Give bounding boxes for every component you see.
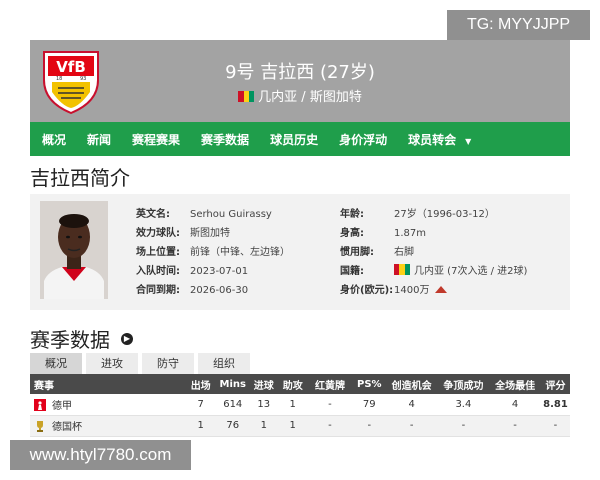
trend-up-icon	[435, 286, 448, 293]
col-competition: 赛事	[30, 374, 186, 394]
cell-aerials: 3.4	[437, 394, 490, 416]
dfb-pokal-icon	[37, 421, 43, 432]
competition-name[interactable]: 德甲	[52, 401, 72, 412]
col-pass-pct: PS%	[352, 374, 386, 394]
cell-goals: 1	[249, 415, 279, 437]
cell-pass-pct: 79	[352, 394, 386, 416]
nav-transfers-label: 球员转会	[408, 132, 457, 147]
table-header-row: 赛事 出场 Mins 进球 助攻 红黄牌 PS% 创造机会 争顶成功 全场最佳 …	[30, 374, 570, 394]
watermark-top: TG: MYYJJPP	[447, 10, 590, 40]
foot-value: 右脚	[394, 247, 414, 258]
tab-attack[interactable]: 进攻	[86, 353, 138, 374]
col-aerials: 争顶成功	[437, 374, 490, 394]
nav-market-value[interactable]: 身价浮动	[339, 131, 387, 148]
competition-name[interactable]: 德国杯	[52, 422, 82, 433]
player-photo	[40, 201, 108, 299]
player-header: VfB 18 93 9号 吉拉西 (27岁) 几内亚 / 斯图加特	[30, 40, 570, 122]
nav-season-stats[interactable]: 赛季数据	[201, 131, 249, 148]
nationality-field: 国籍: 几内亚 (7次入选 / 进2球)	[340, 264, 528, 277]
player-subtitle: 几内亚 / 斯图加特	[30, 86, 570, 105]
club-value[interactable]: 斯图加特	[190, 228, 230, 239]
cell-rating: 8.81	[540, 394, 570, 416]
guinea-flag-icon	[238, 91, 255, 102]
cell-pass-pct: -	[352, 415, 386, 437]
market-value-value: 1400万	[394, 285, 430, 296]
col-minutes: Mins	[216, 374, 250, 394]
cell-cards: -	[307, 394, 353, 416]
intro-heading: 吉拉西简介	[30, 166, 130, 190]
nationality-value: 几内亚 (7次入选 / 进2球)	[414, 266, 528, 277]
age-value: 27岁（1996-03-12）	[394, 209, 495, 220]
joined-value: 2023-07-01	[190, 266, 249, 277]
contract-field: 合同到期: 2026-06-30	[136, 285, 249, 296]
table-row[interactable]: 德甲 7 614 13 1 - 79 4 3.4 4 8.81	[30, 394, 570, 416]
cell-minutes: 76	[216, 415, 250, 437]
cell-chances: -	[385, 415, 438, 437]
cell-appearances: 1	[185, 415, 217, 437]
tab-defense[interactable]: 防守	[142, 353, 194, 374]
col-goals: 进球	[249, 374, 279, 394]
cell-aerials: -	[437, 415, 490, 437]
age-field: 年龄: 27岁（1996-03-12）	[340, 209, 495, 220]
height-value: 1.87m	[394, 228, 427, 239]
watermark-bottom: www.htyl7780.com	[10, 440, 191, 470]
club-field: 效力球队: 斯图加特	[136, 228, 230, 239]
guinea-flag-icon	[394, 264, 410, 275]
chevron-down-icon[interactable]: ▼	[465, 137, 471, 146]
nav-fixtures[interactable]: 赛程赛果	[132, 131, 180, 148]
player-title: 9号 吉拉西 (27岁)	[225, 62, 375, 83]
cell-assists: 1	[278, 394, 308, 416]
height-field: 身高: 1.87m	[340, 228, 427, 239]
tab-overview[interactable]: 概况	[30, 353, 82, 374]
bundesliga-icon	[34, 398, 46, 411]
cell-assists: 1	[278, 415, 308, 437]
nav-transfers[interactable]: 球员转会 ▼	[408, 131, 471, 148]
cell-appearances: 7	[185, 394, 217, 416]
profile-card: 英文名: Serhou Guirassy 效力球队: 斯图加特 场上位置: 前锋（中锋…	[30, 194, 570, 310]
position-value: 前锋（中锋、左边锋）	[190, 247, 290, 258]
cell-goals: 13	[249, 394, 279, 416]
table-row[interactable]: 德国杯 1 76 1 1 - - - - - -	[30, 415, 570, 437]
nationality-club: 几内亚 / 斯图加特	[258, 90, 362, 105]
nav-history[interactable]: 球员历史	[270, 131, 318, 148]
col-appearances: 出场	[185, 374, 217, 394]
foot-field: 惯用脚: 右脚	[340, 247, 414, 258]
col-cards: 红黄牌	[307, 374, 353, 394]
cell-chances: 4	[385, 394, 438, 416]
joined-field: 入队时间: 2023-07-01	[136, 266, 249, 277]
english-name-field: 英文名: Serhou Guirassy	[136, 209, 272, 220]
cell-minutes: 614	[216, 394, 250, 416]
cell-rating: -	[540, 415, 570, 437]
season-tabs: 概况 进攻 防守 组织	[30, 353, 254, 374]
cell-motm: -	[489, 415, 541, 437]
arrow-right-icon[interactable]: ▶	[121, 333, 133, 345]
position-field: 场上位置: 前锋（中锋、左边锋）	[136, 247, 290, 258]
market-value-field: 身价(欧元):1400万	[340, 281, 448, 296]
col-assists: 助攻	[278, 374, 308, 394]
nav-overview[interactable]: 概况	[42, 131, 66, 148]
col-motm: 全场最佳	[489, 374, 541, 394]
col-chances: 创造机会	[385, 374, 438, 394]
cell-cards: -	[307, 415, 353, 437]
tab-organization[interactable]: 组织	[198, 353, 250, 374]
player-nav: 概况 新闻 赛程赛果 赛季数据 球员历史 身价浮动 球员转会 ▼	[30, 122, 570, 156]
season-heading: 赛季数据	[30, 328, 110, 352]
contract-value: 2026-06-30	[190, 285, 249, 296]
english-name-value: Serhou Guirassy	[190, 209, 272, 220]
season-stats-table: 赛事 出场 Mins 进球 助攻 红黄牌 PS% 创造机会 争顶成功 全场最佳 …	[30, 374, 570, 437]
cell-motm: 4	[489, 394, 541, 416]
col-rating: 评分	[540, 374, 570, 394]
nav-news[interactable]: 新闻	[87, 131, 111, 148]
